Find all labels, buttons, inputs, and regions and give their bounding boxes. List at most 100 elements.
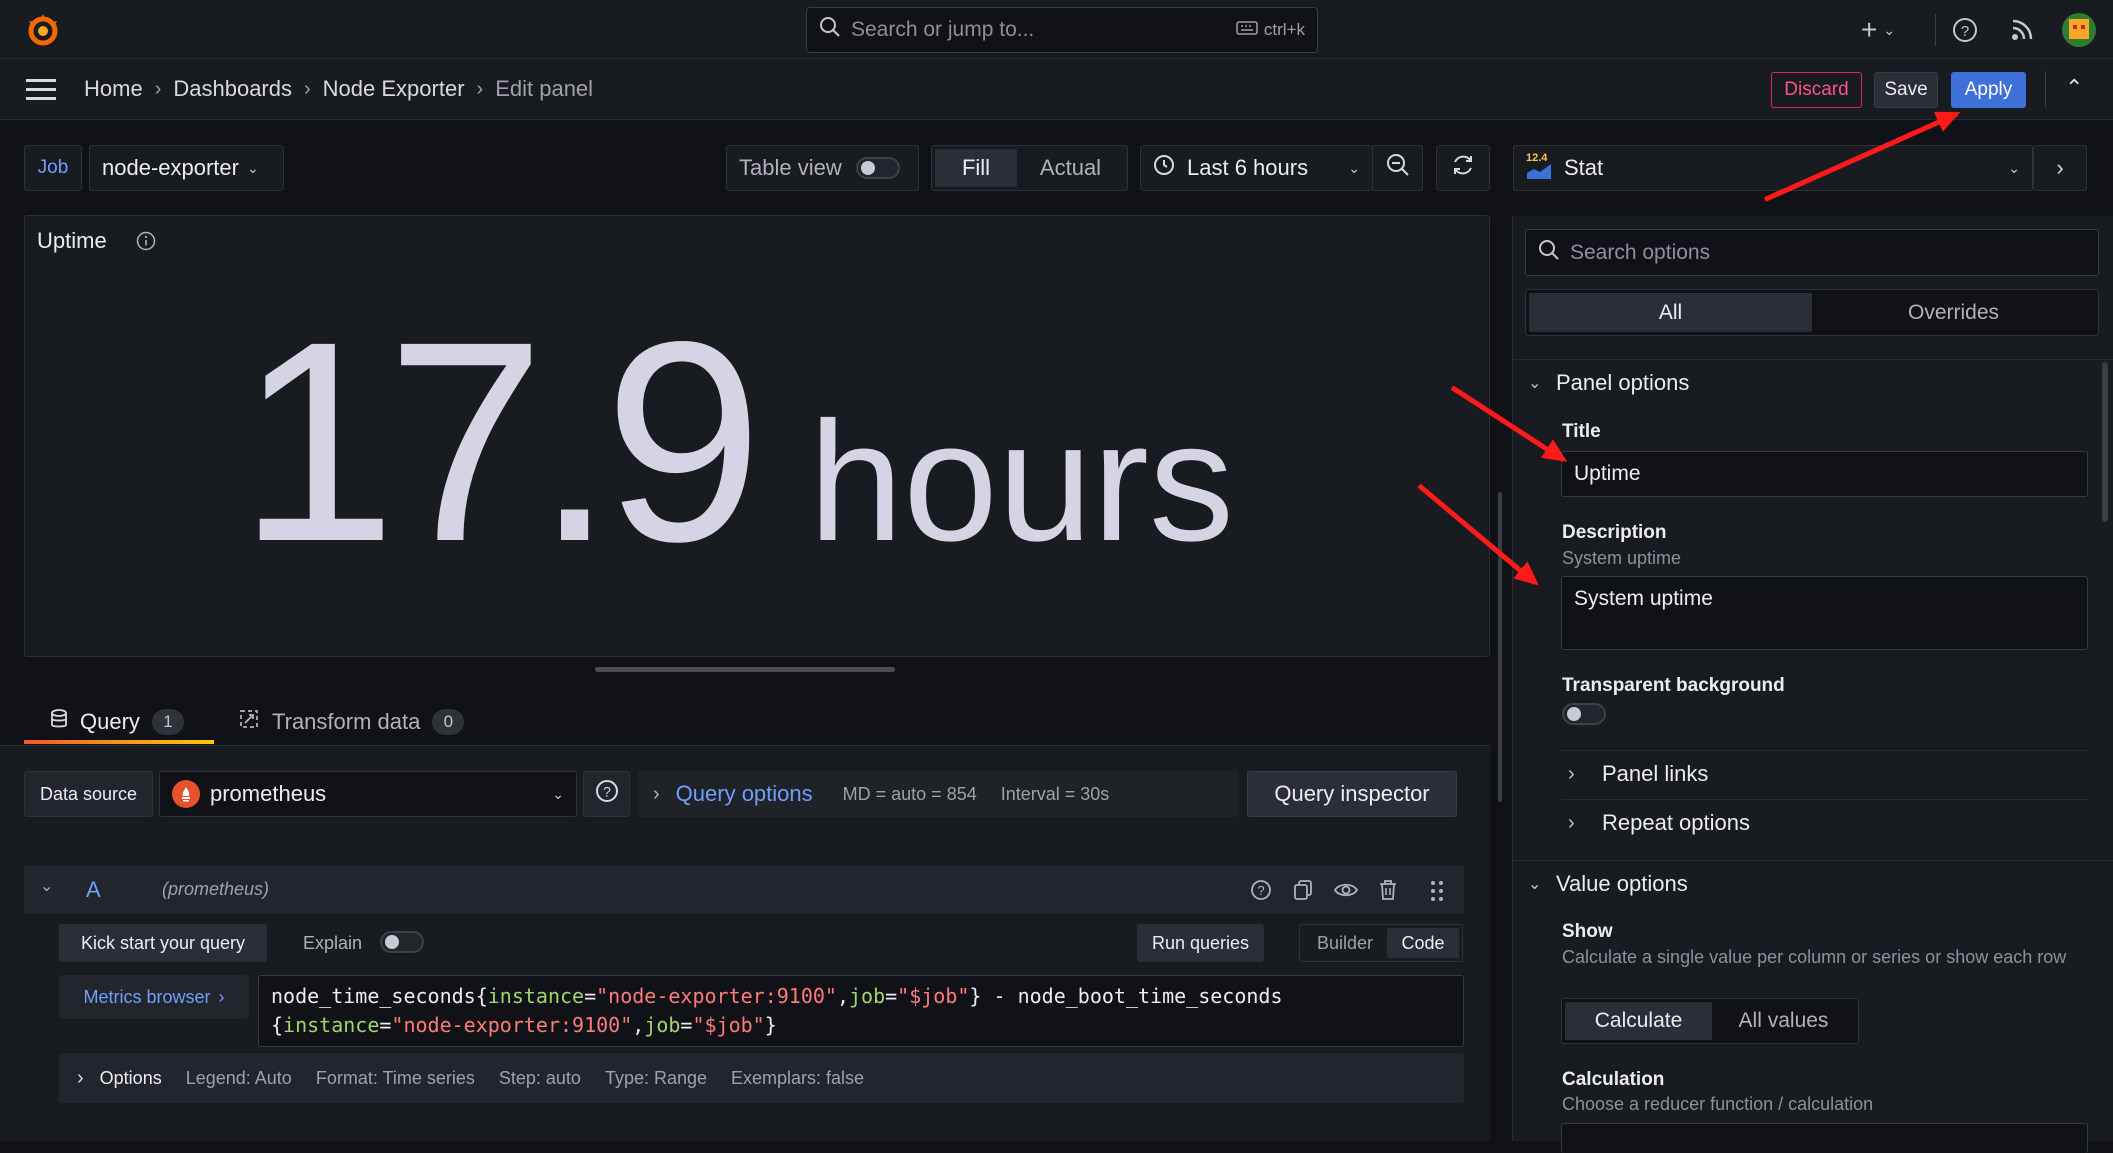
panel-links-section[interactable]: › Panel links [1568, 761, 1708, 787]
transform-icon [238, 708, 260, 736]
show-mode-group: Calculate All values [1561, 998, 1859, 1044]
chevron-right-icon: › [218, 986, 225, 1007]
svg-text:?: ? [1257, 883, 1264, 898]
discard-button[interactable]: Discard [1771, 72, 1862, 108]
chevron-right-icon: › [154, 77, 162, 100]
search-bar[interactable]: Search or jump to... ctrl+k [806, 7, 1318, 53]
code-mode-option[interactable]: Code [1387, 928, 1459, 958]
info-icon[interactable] [136, 231, 156, 257]
tab-query[interactable]: Query 1 [24, 700, 214, 744]
duplicate-query-icon[interactable] [1292, 879, 1314, 907]
keyboard-shortcut: ctrl+k [1236, 20, 1305, 40]
refresh-icon [1451, 153, 1475, 183]
fill-option[interactable]: Fill [935, 149, 1017, 187]
title-input[interactable]: Uptime [1561, 451, 2088, 497]
options-divider [1561, 750, 2088, 751]
chevron-down-icon: ⌄ [2008, 159, 2020, 176]
help-icon[interactable]: ? [1952, 17, 1978, 49]
metrics-browser-button[interactable]: Metrics browser › [59, 975, 249, 1019]
run-queries-button[interactable]: Run queries [1137, 924, 1264, 962]
actual-option[interactable]: Actual [1017, 149, 1124, 187]
job-variable-select[interactable]: node-exporter ⌄ [89, 145, 284, 191]
description-textarea[interactable]: System uptime [1561, 576, 2088, 650]
options-tabs: All Overrides [1525, 289, 2099, 336]
breadcrumb-node-exporter[interactable]: Node Exporter [323, 76, 465, 102]
collapse-chevron-up-icon[interactable]: ⌃ [2065, 75, 2083, 101]
options-scrollbar[interactable] [2102, 362, 2108, 522]
interval-info: Interval = 30s [1000, 783, 1110, 804]
value-options-section[interactable]: ⌄ Value options [1528, 871, 1688, 897]
toggle-options-pane-button[interactable]: › [2033, 145, 2087, 191]
variable-label: Job [24, 145, 82, 191]
apply-button[interactable]: Apply [1951, 72, 2026, 108]
add-new-button[interactable]: + ⌄ [1861, 14, 1895, 46]
transparent-background-toggle[interactable] [1562, 703, 1606, 731]
collapse-query-chevron-icon[interactable]: ⌄ [40, 876, 53, 896]
tab-query-underline [24, 740, 214, 744]
tab-transform[interactable]: Transform data 0 [238, 700, 465, 744]
search-options-input[interactable]: Search options [1525, 229, 2099, 276]
stat-number: 17.9 [238, 283, 763, 601]
query-options-summary[interactable]: › Options Legend: Auto Format: Time seri… [59, 1053, 1464, 1103]
clock-icon [1153, 154, 1175, 182]
drag-handle-icon[interactable] [1430, 880, 1444, 908]
chevron-right-icon: › [77, 1066, 84, 1089]
query-options-row[interactable]: › Query options MD = auto = 854 Interval… [638, 771, 1239, 817]
query-count-badge: 1 [151, 709, 184, 735]
save-button[interactable]: Save [1874, 72, 1938, 108]
breadcrumb-dashboards[interactable]: Dashboards [173, 76, 292, 102]
max-data-points: MD = auto = 854 [842, 783, 977, 804]
chevron-down-icon: ⌄ [1348, 159, 1360, 176]
prometheus-icon [172, 780, 200, 808]
grafana-logo[interactable] [24, 11, 62, 49]
kick-start-query-button[interactable]: Kick start your query [59, 924, 267, 962]
query-options-link[interactable]: Query options [676, 781, 813, 807]
chevron-down-icon: ⌄ [1528, 876, 1542, 893]
title-label: Title [1562, 421, 1601, 442]
explain-toggle[interactable] [380, 931, 424, 959]
chevron-down-icon: ⌄ [552, 785, 564, 802]
tab-all[interactable]: All [1529, 293, 1812, 332]
table-view-switch[interactable] [855, 157, 900, 179]
datasource-help-button[interactable]: ? [583, 771, 630, 817]
query-help-icon[interactable]: ? [1250, 879, 1272, 907]
breadcrumb-current: Edit panel [495, 76, 594, 101]
zoom-out-button[interactable] [1372, 145, 1423, 191]
promql-code-editor[interactable]: node_time_seconds{instance="node-exporte… [258, 975, 1464, 1047]
chevron-right-icon: › [1568, 811, 1575, 834]
svg-text:?: ? [603, 784, 611, 800]
calculation-select[interactable] [1561, 1123, 2088, 1153]
toggle-visibility-eye-icon[interactable] [1333, 881, 1359, 905]
query-datasource-hint: (prometheus) [162, 879, 270, 899]
visualization-picker[interactable]: 12.4 Stat ⌄ [1513, 145, 2033, 191]
refresh-button[interactable] [1436, 145, 1490, 191]
all-values-option[interactable]: All values [1712, 1002, 1855, 1040]
vertical-splitter[interactable] [1498, 492, 1502, 802]
delete-query-trash-icon[interactable] [1378, 879, 1398, 907]
query-inspector-button[interactable]: Query inspector [1247, 771, 1457, 817]
chevron-down-icon: ⌄ [1528, 375, 1542, 392]
chevron-down-icon: ⌄ [1883, 21, 1896, 38]
time-range-picker[interactable]: Last 6 hours ⌄ [1140, 145, 1373, 191]
news-feed-icon[interactable] [2010, 18, 2034, 48]
code-line-1: node_time_seconds{instance="node-exporte… [271, 984, 1283, 1008]
query-ref-id[interactable]: A [86, 877, 101, 903]
repeat-options-section[interactable]: › Repeat options [1568, 810, 1750, 836]
svg-text:?: ? [1961, 23, 1969, 40]
options-divider [1561, 799, 2088, 800]
menu-icon[interactable] [26, 79, 56, 107]
panel-options-section[interactable]: ⌄ Panel options [1528, 370, 1689, 396]
tab-overrides[interactable]: Overrides [1812, 293, 2095, 332]
breadcrumb-home[interactable]: Home [84, 76, 143, 102]
keyboard-icon [1236, 20, 1258, 40]
builder-mode-option[interactable]: Builder [1303, 928, 1387, 958]
chevron-right-icon: › [653, 782, 660, 805]
show-label: Show [1562, 921, 1613, 942]
user-avatar[interactable] [2062, 13, 2096, 47]
table-view-toggle[interactable]: Table view [726, 145, 919, 191]
datasource-picker[interactable]: prometheus ⌄ [159, 771, 577, 817]
calculate-option[interactable]: Calculate [1565, 1002, 1712, 1040]
chevron-right-icon: › [304, 77, 311, 100]
resize-handle[interactable] [595, 667, 895, 672]
transparent-background-label: Transparent background [1562, 675, 1785, 696]
